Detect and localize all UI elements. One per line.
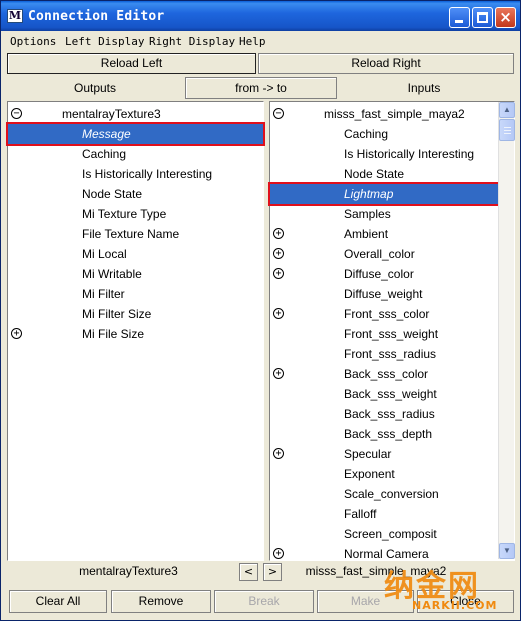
expand-icon[interactable]: +: [273, 548, 284, 559]
right-attr-falloff[interactable]: Falloff: [270, 504, 514, 524]
close-icon: ×: [499, 8, 512, 26]
left-node-row[interactable]: − mentalrayTexture3: [8, 104, 263, 124]
menu-options[interactable]: Options: [10, 35, 56, 48]
right-attr-front-sss-weight[interactable]: Front_sss_weight: [270, 324, 514, 344]
right-node-row[interactable]: − misss_fast_simple_maya2: [270, 104, 514, 124]
scroll-up-icon[interactable]: ▲: [499, 102, 515, 118]
outputs-header: Outputs: [73, 81, 117, 95]
right-attr-exponent[interactable]: Exponent: [270, 464, 514, 484]
right-attr-node-state[interactable]: Node State: [270, 164, 514, 184]
inputs-scrollbar[interactable]: ▲ ▼: [498, 102, 515, 559]
right-attr-front-sss-radius[interactable]: Front_sss_radius: [270, 344, 514, 364]
right-attr-lightmap[interactable]: Lightmap: [270, 184, 514, 204]
expand-icon[interactable]: +: [273, 268, 284, 279]
left-attr-file-texture-name[interactable]: File Texture Name: [8, 224, 263, 244]
left-attr-mi-local[interactable]: Mi Local: [8, 244, 263, 264]
prev-node-button[interactable]: <: [239, 563, 258, 581]
inputs-header: Inputs: [407, 81, 441, 95]
left-attr-caching[interactable]: Caching: [8, 144, 263, 164]
right-attr-specular[interactable]: + Specular: [270, 444, 514, 464]
from-to-button[interactable]: from -> to: [185, 77, 337, 99]
right-attr-overall-color[interactable]: + Overall_color: [270, 244, 514, 264]
make-button[interactable]: Make: [317, 590, 414, 613]
close-button[interactable]: Close: [417, 590, 514, 613]
left-attr-node-state[interactable]: Node State: [8, 184, 263, 204]
menu-bar: Options Left Display Right Display Help: [1, 32, 520, 51]
right-attr-back-sss-weight[interactable]: Back_sss_weight: [270, 384, 514, 404]
right-attr-normal-camera[interactable]: + Normal Camera: [270, 544, 514, 560]
left-attr-mi-file-size[interactable]: + Mi File Size: [8, 324, 263, 344]
maximize-button[interactable]: [472, 7, 493, 28]
connection-editor-window: M Connection Editor × Options Left Displ…: [0, 0, 521, 621]
left-node-name: mentalrayTexture3: [62, 107, 161, 121]
menu-right-display[interactable]: Right Display: [149, 35, 235, 48]
menu-help[interactable]: Help: [239, 35, 266, 48]
reload-right-button[interactable]: Reload Right: [258, 53, 514, 74]
menu-left-display[interactable]: Left Display: [65, 35, 144, 48]
right-attr-front-sss-color[interactable]: + Front_sss_color: [270, 304, 514, 324]
right-attr-screen-composit[interactable]: Screen_composit: [270, 524, 514, 544]
scroll-thumb[interactable]: [499, 119, 515, 141]
title-bar[interactable]: M Connection Editor ×: [1, 1, 520, 31]
left-attr-mi-filter[interactable]: Mi Filter: [8, 284, 263, 304]
collapse-icon[interactable]: −: [273, 108, 284, 119]
right-attr-diffuse-color[interactable]: + Diffuse_color: [270, 264, 514, 284]
expand-icon[interactable]: +: [11, 328, 22, 339]
left-attr-mi-writable[interactable]: Mi Writable: [8, 264, 263, 284]
break-button[interactable]: Break: [214, 590, 314, 613]
right-node-label: misss_fast_simple_maya2: [305, 564, 447, 578]
next-node-button[interactable]: >: [263, 563, 282, 581]
right-attr-back-sss-radius[interactable]: Back_sss_radius: [270, 404, 514, 424]
expand-icon[interactable]: +: [273, 308, 284, 319]
remove-button[interactable]: Remove: [111, 590, 211, 613]
right-attr-back-sss-color[interactable]: + Back_sss_color: [270, 364, 514, 384]
minimize-icon: [455, 20, 463, 23]
right-attr-is-historically-interesting[interactable]: Is Historically Interesting: [270, 144, 514, 164]
left-attr-is-historically-interesting[interactable]: Is Historically Interesting: [8, 164, 263, 184]
left-attr-mi-filter-size[interactable]: Mi Filter Size: [8, 304, 263, 324]
reload-left-button[interactable]: Reload Left: [7, 53, 256, 74]
scroll-down-icon[interactable]: ▼: [499, 543, 515, 559]
maya-icon: M: [7, 9, 23, 23]
close-window-button[interactable]: ×: [495, 7, 516, 28]
right-attr-caching[interactable]: Caching: [270, 124, 514, 144]
collapse-icon[interactable]: −: [11, 108, 22, 119]
minimize-button[interactable]: [449, 7, 470, 28]
left-attr-message[interactable]: Message: [8, 124, 263, 144]
left-node-label: mentalrayTexture3: [79, 564, 178, 578]
right-attr-diffuse-weight[interactable]: Diffuse_weight: [270, 284, 514, 304]
clear-all-button[interactable]: Clear All: [9, 590, 107, 613]
maximize-icon: [477, 12, 488, 23]
right-attr-samples[interactable]: Samples: [270, 204, 514, 224]
expand-icon[interactable]: +: [273, 368, 284, 379]
right-node-name: misss_fast_simple_maya2: [324, 107, 465, 121]
window-title: Connection Editor: [28, 9, 165, 24]
expand-icon[interactable]: +: [273, 228, 284, 239]
inputs-list[interactable]: − misss_fast_simple_maya2 Caching Is His…: [269, 101, 515, 561]
right-attr-ambient[interactable]: + Ambient: [270, 224, 514, 244]
left-attr-mi-texture-type[interactable]: Mi Texture Type: [8, 204, 263, 224]
outputs-list[interactable]: − mentalrayTexture3 Message Caching Is H…: [7, 101, 264, 561]
right-attr-back-sss-depth[interactable]: Back_sss_depth: [270, 424, 514, 444]
right-attr-scale-conversion[interactable]: Scale_conversion: [270, 484, 514, 504]
expand-icon[interactable]: +: [273, 248, 284, 259]
expand-icon[interactable]: +: [273, 448, 284, 459]
